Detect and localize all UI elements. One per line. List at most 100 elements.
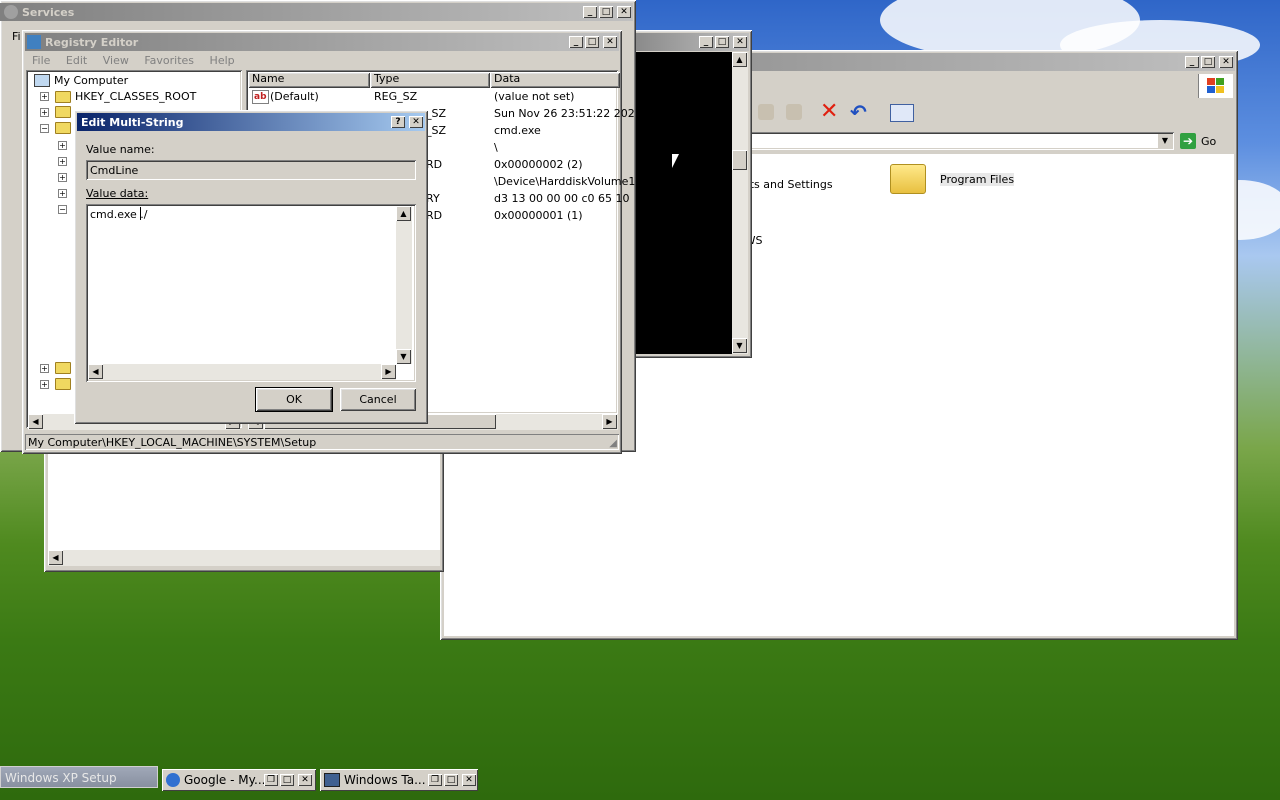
row-data: \: [494, 141, 498, 154]
row-type: REG_SZ: [374, 90, 418, 103]
help-button[interactable]: ?: [391, 116, 405, 128]
ok-label: OK: [286, 393, 302, 406]
edit-multistring-dialog: Edit Multi-String ? ✕ Value name: CmdLin…: [74, 110, 428, 424]
column-header-name[interactable]: Name: [248, 72, 370, 88]
menu-favorites[interactable]: Favorites: [144, 54, 194, 67]
value-data-label: Value data:: [86, 187, 149, 200]
undo-icon[interactable]: ↶: [850, 100, 867, 124]
scroll-up-icon[interactable]: ▲: [732, 52, 747, 67]
expand-icon[interactable]: +: [40, 92, 49, 101]
tree-item[interactable]: +: [40, 362, 71, 374]
move-to-icon[interactable]: [758, 104, 774, 120]
go-label: Go: [1201, 134, 1217, 148]
file-item-label: Program Files: [940, 172, 1015, 186]
expand-icon[interactable]: +: [40, 379, 49, 389]
h-scrollbar[interactable]: ◀: [48, 550, 440, 566]
value-data-textarea[interactable]: cmd.exe ./ ▲ ▼ ◀ ▶: [86, 204, 416, 382]
registry-title: Registry Editor: [45, 35, 139, 49]
scroll-up-icon[interactable]: ▲: [396, 206, 411, 221]
row-type: RD: [426, 209, 443, 222]
tree-item[interactable]: + HKEY_CLASSES_ROOT: [40, 90, 196, 103]
collapse-icon[interactable]: −: [40, 123, 49, 133]
restore-button[interactable]: ❐: [428, 774, 442, 786]
tree-item[interactable]: +: [40, 106, 71, 118]
go-button[interactable]: ➔ Go: [1180, 132, 1230, 150]
list-header: Name Type Data: [248, 72, 620, 88]
row-data: d3 13 00 00 00 c0 65 10: [494, 192, 630, 205]
maximize-button[interactable]: □: [444, 774, 458, 786]
textarea-h-scrollbar[interactable]: ◀ ▶: [88, 364, 396, 380]
tree-item[interactable]: −: [40, 122, 71, 134]
close-button[interactable]: ✕: [409, 116, 423, 128]
expand-icon[interactable]: +: [58, 157, 67, 166]
services-menu-file[interactable]: Fi: [12, 30, 21, 43]
table-row[interactable]: ab (Default) REG_SZ (value not set): [248, 90, 616, 107]
cancel-button[interactable]: Cancel: [340, 388, 416, 411]
tree-item[interactable]: −: [58, 202, 67, 215]
scroll-down-icon[interactable]: ▼: [732, 338, 747, 353]
expand-icon[interactable]: +: [40, 363, 49, 373]
row-name: (Default): [270, 90, 319, 103]
expand-icon[interactable]: +: [40, 107, 49, 117]
regedit-icon: [27, 35, 41, 49]
close-button[interactable]: ✕: [617, 6, 631, 18]
menu-view[interactable]: View: [103, 54, 129, 67]
dialog-title: Edit Multi-String: [81, 115, 184, 129]
expand-icon[interactable]: +: [58, 141, 67, 150]
menu-file[interactable]: File: [32, 54, 50, 67]
windows-logo-icon: [1198, 74, 1233, 98]
maximize-button[interactable]: □: [599, 6, 613, 18]
row-data: \Device\HarddiskVolume1: [494, 175, 636, 188]
console-scrollbar[interactable]: ▲ ▼: [732, 52, 748, 354]
close-button[interactable]: ✕: [603, 36, 617, 48]
close-button[interactable]: ✕: [1219, 56, 1233, 68]
column-header-data[interactable]: Data: [490, 72, 620, 88]
setup-label: Windows XP Setup: [0, 766, 158, 788]
menu-help[interactable]: Help: [210, 54, 235, 67]
ok-button[interactable]: OK: [255, 387, 333, 412]
maximize-button[interactable]: □: [1201, 56, 1215, 68]
close-button[interactable]: ✕: [462, 774, 476, 786]
console-output[interactable]: [620, 52, 732, 354]
copy-to-icon[interactable]: [786, 104, 802, 120]
scroll-left-icon[interactable]: ◀: [28, 414, 43, 429]
close-button[interactable]: ✕: [298, 774, 312, 786]
menu-edit[interactable]: Edit: [66, 54, 87, 67]
address-input[interactable]: [750, 132, 1174, 150]
textarea-v-scrollbar[interactable]: ▲ ▼: [396, 206, 412, 364]
scroll-right-icon[interactable]: ▶: [602, 414, 617, 429]
scroll-left-icon[interactable]: ◀: [48, 550, 63, 565]
maximize-button[interactable]: □: [715, 36, 729, 48]
address-dropdown-icon[interactable]: ▼: [1158, 134, 1172, 148]
scroll-down-icon[interactable]: ▼: [396, 349, 411, 364]
resize-grip-icon[interactable]: ◢: [609, 438, 617, 449]
minimize-button[interactable]: _: [699, 36, 713, 48]
tree-item[interactable]: +: [40, 378, 71, 390]
taskbar-item[interactable]: Google - My... ❐ □ ✕: [162, 769, 316, 791]
maximize-button[interactable]: □: [585, 36, 599, 48]
minimize-button[interactable]: _: [583, 6, 597, 18]
scroll-thumb[interactable]: [732, 150, 747, 170]
restore-button[interactable]: ❐: [264, 774, 278, 786]
expand-icon[interactable]: +: [58, 173, 67, 182]
tree-item[interactable]: +: [58, 170, 67, 183]
tree-item[interactable]: +: [58, 138, 67, 151]
maximize-button[interactable]: □: [280, 774, 294, 786]
expand-icon[interactable]: +: [58, 189, 67, 198]
minimize-button[interactable]: _: [1185, 56, 1199, 68]
collapse-icon[interactable]: −: [58, 205, 67, 214]
views-icon[interactable]: [890, 104, 914, 122]
column-header-type[interactable]: Type: [370, 72, 490, 88]
minimize-button[interactable]: _: [569, 36, 583, 48]
scroll-left-icon[interactable]: ◀: [88, 364, 103, 379]
file-item[interactable]: Program Files: [890, 164, 1015, 194]
tree-root[interactable]: My Computer: [34, 74, 128, 87]
taskbar-item[interactable]: Windows Ta... ❐ □ ✕: [320, 769, 478, 791]
delete-icon[interactable]: ✕: [820, 100, 838, 124]
close-button[interactable]: ✕: [733, 36, 747, 48]
value-name-text: CmdLine: [90, 164, 139, 177]
row-data: cmd.exe: [494, 124, 541, 137]
tree-item[interactable]: +: [58, 154, 67, 167]
tree-item[interactable]: +: [58, 186, 67, 199]
scroll-right-icon[interactable]: ▶: [381, 364, 396, 379]
